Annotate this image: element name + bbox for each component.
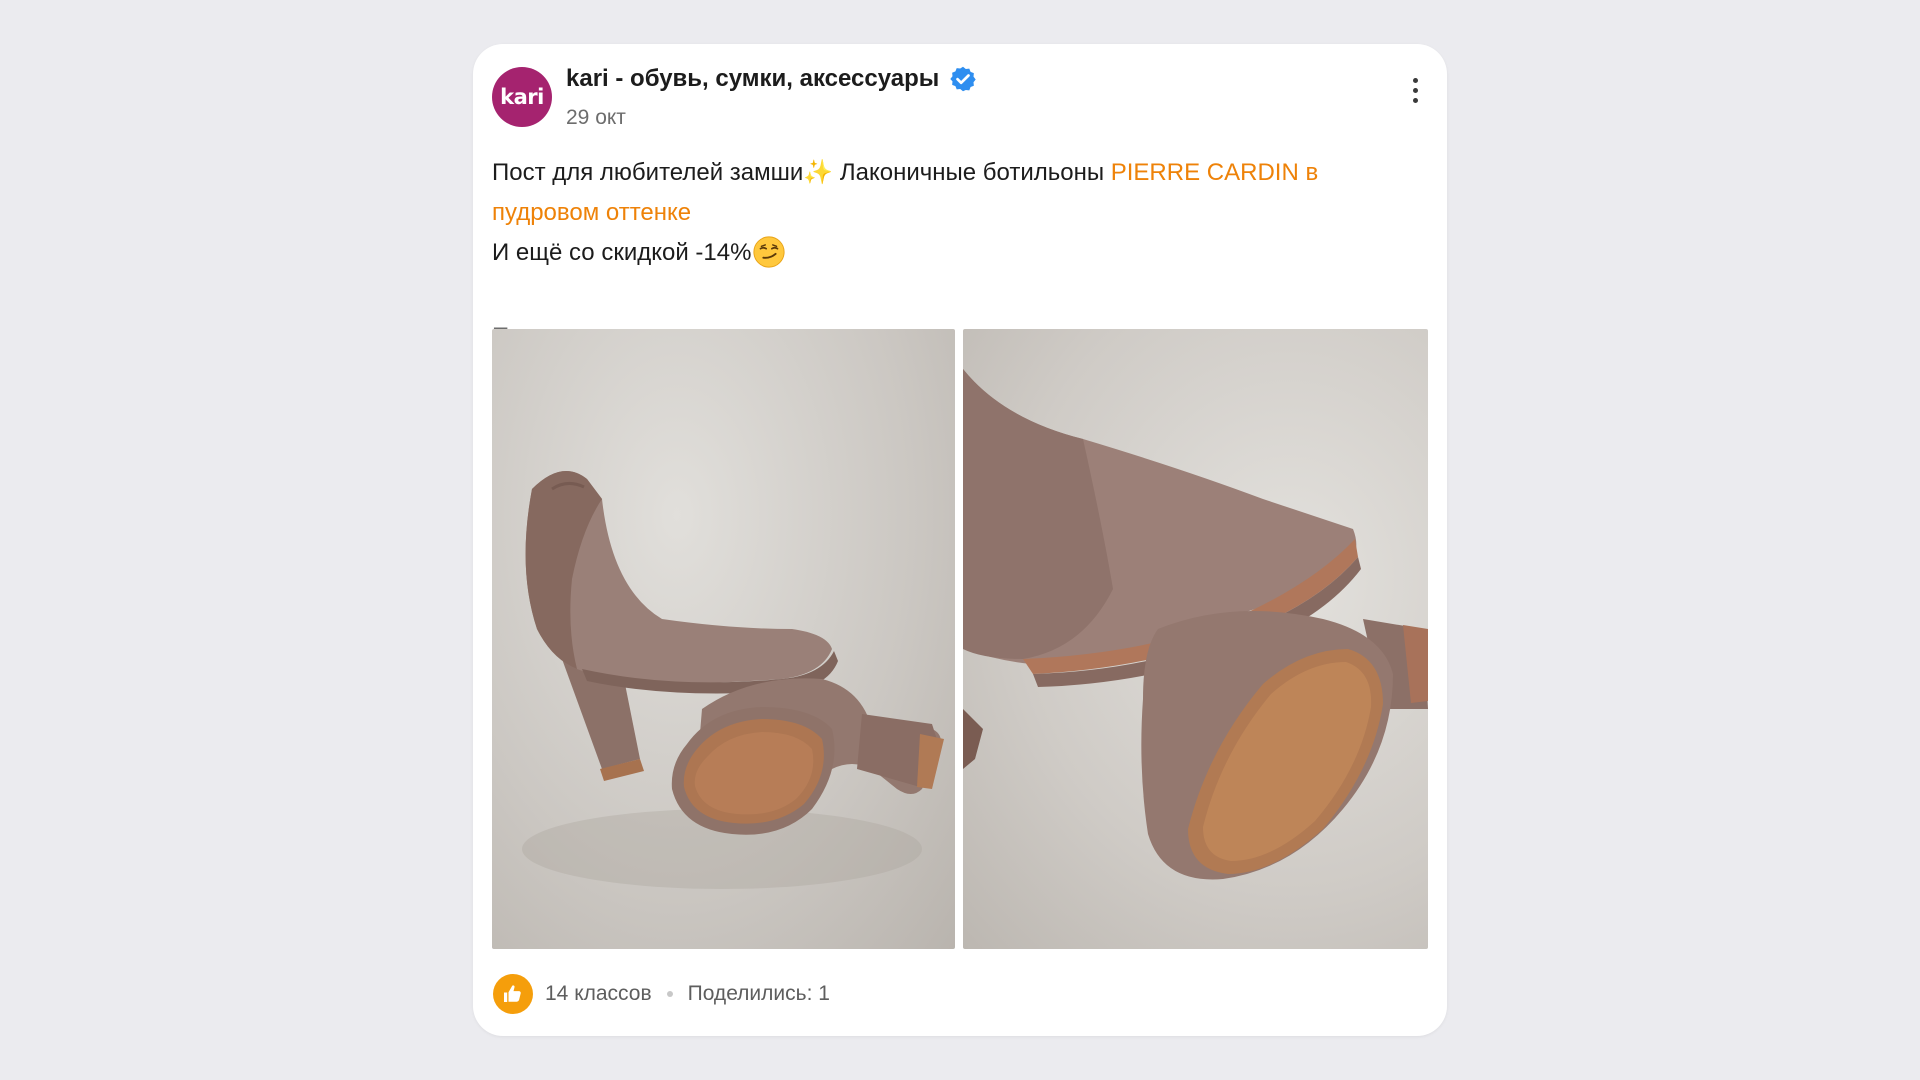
thumbs-up-icon[interactable] (493, 974, 533, 1014)
avatar-logo-text: kari (500, 85, 544, 109)
post-text-discount: И ещё со скидкой -14% (492, 239, 752, 266)
post-footer: 14 классов Поделились: 1 (493, 974, 830, 1014)
post-text-intro: Пост для любителей замши (492, 159, 804, 186)
likes-count[interactable]: 14 классов (545, 982, 652, 1006)
sparkles-icon: ✨ (803, 159, 834, 186)
author-header: kari - обувь, сумки, аксессуары (566, 64, 977, 94)
author-name[interactable]: kari - обувь, сумки, аксессуары (566, 64, 939, 94)
post-date[interactable]: 29 окт (566, 103, 626, 133)
author-avatar[interactable]: kari (492, 67, 552, 127)
suede-boot-sole-closeup-photo[interactable] (963, 329, 1428, 949)
post-card: kari kari - обувь, сумки, аксессуары 29 … (473, 44, 1447, 1036)
post-text: Пост для любителей замши✨ Лаконичные бот… (492, 153, 1427, 273)
smirking-face-icon (752, 235, 786, 269)
more-vertical-icon[interactable] (1405, 70, 1425, 110)
shares-count[interactable]: Поделились: 1 (688, 982, 830, 1006)
separator-dot (666, 991, 673, 997)
post-text-middle: Лаконичные ботильоны (833, 159, 1111, 186)
verified-check-icon (949, 65, 977, 93)
suede-ankle-boot-photo[interactable] (492, 329, 955, 949)
